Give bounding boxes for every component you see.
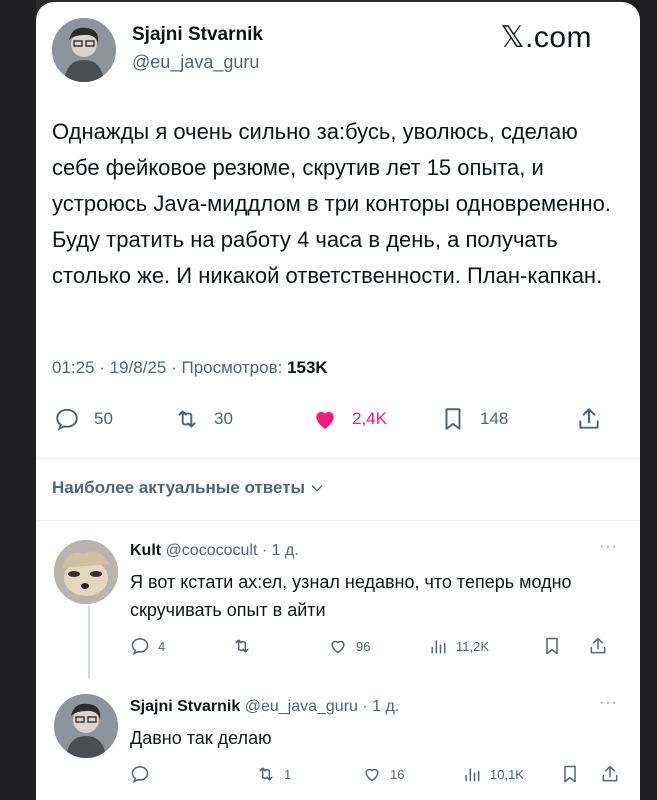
reply-icon bbox=[131, 766, 149, 784]
heart-icon bbox=[365, 768, 379, 782]
share-icon bbox=[579, 408, 599, 429]
views-count: 10,1K bbox=[490, 766, 524, 782]
share-icon bbox=[602, 765, 618, 782]
repost-button[interactable]: 1 bbox=[256, 764, 291, 784]
tweet-text: Однажды я очень сильно за:бусь, уволюсь,… bbox=[52, 119, 611, 288]
reply-count: 4 bbox=[158, 638, 166, 654]
like-count: 2,4K bbox=[352, 409, 387, 428]
reply-button[interactable]: 50 bbox=[54, 406, 113, 432]
views-button[interactable]: 10,1K bbox=[462, 764, 524, 784]
reply-actions: 1 16 10,1K bbox=[36, 764, 640, 790]
more-icon[interactable]: ··· bbox=[599, 694, 618, 712]
like-button[interactable]: 96 bbox=[328, 636, 370, 656]
author-handle[interactable]: @eu_java_guru bbox=[132, 52, 259, 73]
bookmark-count: 148 bbox=[480, 409, 509, 428]
reply-actions: 4 96 11,2K bbox=[36, 636, 640, 662]
divider bbox=[36, 458, 640, 459]
divider bbox=[36, 520, 640, 521]
tweet-actions: 50 30 2,4K 148 bbox=[36, 406, 640, 446]
like-button[interactable]: 2,4K bbox=[312, 406, 387, 432]
bookmark-button[interactable]: 148 bbox=[440, 406, 508, 432]
reply-sort-label: Наиболее актуальные ответы bbox=[52, 478, 306, 497]
tweet-timestamp[interactable]: 01:25 · 19/8/25 · Просмотров: bbox=[52, 358, 282, 377]
reply-icon bbox=[56, 408, 78, 431]
share-button[interactable] bbox=[588, 636, 616, 656]
reply-icon bbox=[131, 638, 149, 656]
reply-button[interactable]: 4 bbox=[130, 636, 165, 656]
share-icon bbox=[590, 637, 606, 654]
chevron-down-icon bbox=[311, 485, 323, 492]
bookmark-button[interactable] bbox=[542, 636, 570, 656]
like-count: 96 bbox=[356, 638, 371, 654]
reply-text: Я вот кстати ах:ел, узнал недавно, что т… bbox=[130, 572, 572, 620]
reply-text: Давно так делаю bbox=[130, 728, 272, 748]
bookmark-icon bbox=[546, 637, 558, 655]
repost-button[interactable] bbox=[232, 636, 260, 656]
repost-count: 1 bbox=[284, 766, 292, 782]
reply-author-name[interactable]: Kult bbox=[130, 542, 161, 559]
reply-avatar[interactable] bbox=[54, 540, 118, 604]
view-count: 153K bbox=[287, 358, 328, 377]
author-avatar[interactable] bbox=[52, 18, 116, 82]
repost-button[interactable]: 30 bbox=[174, 406, 233, 432]
window-frame-left bbox=[0, 0, 36, 800]
reply-handle-time[interactable]: @cococoсult · 1 д. bbox=[166, 542, 299, 559]
views-button[interactable]: 11,2K bbox=[428, 636, 489, 656]
tweet-meta: 01:25 · 19/8/25 · Просмотров: 153K bbox=[52, 358, 328, 378]
bookmark-icon bbox=[564, 765, 576, 783]
author-name[interactable]: Sjajni Stvarnik bbox=[132, 24, 263, 46]
share-button[interactable] bbox=[576, 406, 616, 432]
views-count: 11,2K bbox=[456, 638, 490, 654]
repost-icon bbox=[178, 410, 196, 428]
views-icon bbox=[465, 768, 480, 782]
like-button[interactable]: 16 bbox=[362, 764, 404, 784]
reply-author: Kult @cococoсult · 1 д. bbox=[130, 542, 299, 560]
reply-count: 50 bbox=[94, 409, 113, 428]
reply-avatar[interactable] bbox=[54, 694, 118, 758]
repost-icon bbox=[259, 767, 273, 781]
bookmark-button[interactable] bbox=[560, 764, 588, 784]
repost-icon bbox=[235, 639, 249, 653]
reply-button[interactable] bbox=[130, 764, 158, 784]
reply-author: Sjajni Stvarnik @eu_java_guru · 1 д. bbox=[130, 698, 399, 716]
reply-author-name[interactable]: Sjajni Stvarnik bbox=[130, 698, 240, 715]
tweet-card: Sjajni Stvarnik @eu_java_guru 𝕏.com Одна… bbox=[36, 2, 640, 800]
reply-handle-time[interactable]: @eu_java_guru · 1 д. bbox=[245, 698, 400, 715]
x-logo-label: 𝕏.com bbox=[500, 21, 592, 54]
heart-icon bbox=[331, 640, 345, 654]
more-icon[interactable]: ··· bbox=[599, 538, 618, 556]
like-count: 16 bbox=[390, 766, 405, 782]
share-button[interactable] bbox=[600, 764, 628, 784]
repost-count: 30 bbox=[214, 409, 233, 428]
reply-sort-dropdown[interactable]: Наиболее актуальные ответы bbox=[52, 478, 325, 498]
bookmark-icon bbox=[445, 408, 461, 430]
views-icon bbox=[431, 640, 446, 654]
heart-icon bbox=[316, 411, 334, 429]
